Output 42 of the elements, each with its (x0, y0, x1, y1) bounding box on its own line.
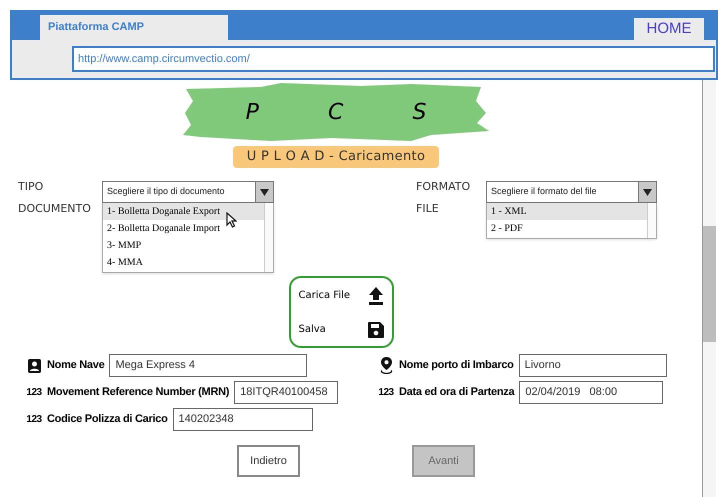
field-label: TIPO (18, 179, 44, 195)
url-field[interactable]: http://www.camp.circumvectio.com/ (72, 46, 715, 72)
save-icon (368, 322, 384, 338)
field-label: Movement Reference Number (MRN) (47, 385, 230, 400)
page-scrollbar[interactable] (702, 80, 716, 497)
number-icon: 123 (378, 385, 394, 400)
action-button[interactable]: Salva (298, 322, 384, 338)
number-icon: 123 (26, 412, 42, 427)
input-field[interactable]: 18ITQR40100458 (234, 381, 338, 404)
input-field[interactable]: 02/04/2019 08:00 (519, 381, 664, 404)
nav-button[interactable]: Indietro (237, 445, 300, 477)
field-label: Codice Polizza di Carico (47, 412, 168, 428)
input-field[interactable]: Livorno (518, 354, 667, 377)
dropdown-caret-icon[interactable] (643, 188, 652, 196)
field-label: DOCUMENTO (18, 201, 92, 217)
field-label: Nome Nave (47, 358, 104, 374)
dropdown-caret-icon[interactable] (260, 188, 269, 196)
list-option[interactable]: 1 - XML (487, 203, 647, 220)
upload-icon (368, 286, 384, 304)
list-option[interactable]: 1- Bolletta Doganale Export (103, 203, 264, 220)
banner-letter: S (412, 98, 426, 126)
banner-letter: P (246, 98, 259, 126)
action-button[interactable]: Carica File (298, 286, 384, 304)
input-field[interactable]: Mega Express 4 (109, 354, 308, 377)
field-label: Nome porto di Imbarco (399, 358, 514, 374)
scrollbar[interactable] (647, 203, 656, 238)
number-icon: 123 (26, 385, 42, 400)
dropdown-placeholder: Scegliere il tipo di documento (106, 185, 226, 198)
scrollbar[interactable] (264, 203, 273, 272)
person-card-icon (28, 358, 40, 372)
dropdown[interactable]: Scegliere il formato del file (486, 181, 657, 203)
input-field[interactable]: 140202348 (172, 408, 313, 431)
banner-letter: C (328, 98, 344, 126)
map-pin-icon (380, 357, 392, 374)
field-label: Data ed ora di Partenza (399, 385, 514, 400)
dropdown-placeholder: Scegliere il formato del file (490, 185, 598, 198)
field-label: FORMATO (416, 179, 472, 195)
home-tab[interactable]: HOME (634, 18, 704, 40)
subtitle-banner: U P L O A D - Caricamento (232, 146, 440, 168)
field-label: FILE (416, 201, 440, 217)
mouse-cursor-icon (226, 212, 237, 228)
dropdown[interactable]: Scegliere il tipo di documento (102, 181, 274, 203)
